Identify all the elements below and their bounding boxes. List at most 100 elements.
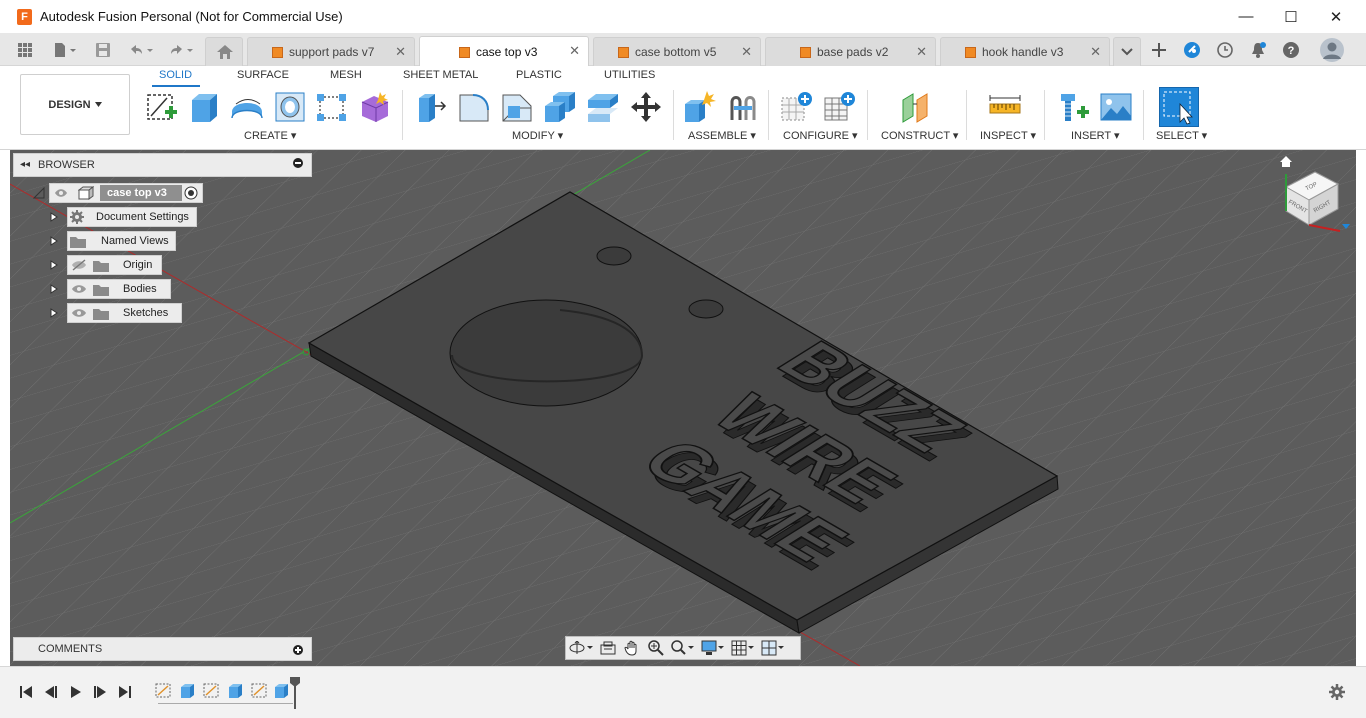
- collapse-triangle-icon[interactable]: [33, 187, 45, 199]
- tab-surface[interactable]: SURFACE: [237, 69, 289, 81]
- create-sketch-icon[interactable]: [145, 90, 179, 124]
- tree-item-bodies[interactable]: Bodies: [67, 279, 171, 299]
- extrude-icon[interactable]: [187, 90, 221, 124]
- display-settings-icon[interactable]: [698, 637, 728, 659]
- home-tab[interactable]: [205, 37, 243, 66]
- user-avatar[interactable]: [1317, 33, 1347, 66]
- assemble-group-label[interactable]: ASSEMBLE ▾: [688, 129, 756, 142]
- pattern-icon[interactable]: [315, 90, 349, 124]
- tree-item-document-settings[interactable]: Document Settings: [67, 207, 197, 227]
- close-tab-icon[interactable]: ✕: [741, 44, 752, 60]
- redo-icon[interactable]: [164, 33, 198, 66]
- save-icon[interactable]: [89, 33, 117, 66]
- tab-sheet-metal[interactable]: SHEET METAL: [403, 69, 478, 81]
- configuration-table-icon[interactable]: [823, 90, 857, 124]
- 3d-viewport[interactable]: BUZZ BUZZ WIRE WIRE GAME GAME TOP FRONT …: [10, 150, 1356, 666]
- configure-design-icon[interactable]: [780, 90, 814, 124]
- select-tool-icon[interactable]: [1159, 87, 1199, 127]
- create-group-label[interactable]: CREATE ▾: [244, 129, 296, 142]
- revolve-icon[interactable]: [230, 90, 264, 124]
- insert-group-label[interactable]: INSERT ▾: [1071, 129, 1120, 142]
- help-icon[interactable]: ?: [1277, 33, 1305, 66]
- viewports-icon[interactable]: [758, 637, 788, 659]
- active-radio-icon[interactable]: [184, 186, 198, 200]
- move-copy-icon[interactable]: [629, 90, 663, 124]
- tree-item-origin[interactable]: Origin: [67, 255, 162, 275]
- tree-item-sketches[interactable]: Sketches: [67, 303, 182, 323]
- tab-case-top[interactable]: case top v3 ✕: [419, 36, 589, 67]
- hidden-eye-icon[interactable]: [71, 259, 87, 271]
- expand-arrow-icon[interactable]: [50, 236, 58, 246]
- look-at-icon[interactable]: [596, 637, 620, 659]
- tab-support-pads[interactable]: support pads v7 ✕: [247, 37, 415, 66]
- timeline-sketch-feature[interactable]: [155, 682, 172, 699]
- expand-arrow-icon[interactable]: [50, 308, 58, 318]
- browser-root-node[interactable]: case top v3: [33, 183, 203, 203]
- visibility-eye-icon[interactable]: [71, 283, 87, 295]
- comments-panel-header[interactable]: COMMENTS: [13, 637, 312, 661]
- add-comment-icon[interactable]: [293, 645, 303, 655]
- go-to-end-icon[interactable]: [116, 683, 134, 701]
- tree-item-named-views[interactable]: Named Views: [67, 231, 176, 251]
- notifications-bell-icon[interactable]: [1244, 33, 1272, 66]
- expand-arrow-icon[interactable]: [50, 284, 58, 294]
- app-grid-icon[interactable]: [11, 33, 39, 66]
- close-tab-icon[interactable]: ✕: [1090, 44, 1101, 60]
- minimize-browser-icon[interactable]: [293, 158, 303, 168]
- visibility-eye-icon[interactable]: [71, 307, 87, 319]
- tab-base-pads[interactable]: base pads v2 ✕: [765, 37, 936, 66]
- tab-solid[interactable]: SOLID: [159, 69, 192, 81]
- modify-group-label[interactable]: MODIFY ▾: [512, 129, 563, 142]
- timeline-settings-gear-icon[interactable]: [1328, 683, 1346, 701]
- step-forward-icon[interactable]: [91, 683, 109, 701]
- measure-icon[interactable]: [988, 90, 1022, 124]
- collapse-browser-icon[interactable]: ◂◂: [20, 159, 30, 170]
- tab-plastic[interactable]: PLASTIC: [516, 69, 562, 81]
- select-group-label[interactable]: SELECT ▾: [1156, 129, 1207, 142]
- shell-icon[interactable]: [543, 90, 577, 124]
- timeline-extrude-feature[interactable]: [227, 682, 244, 699]
- fillet-icon[interactable]: [457, 90, 491, 124]
- go-to-start-icon[interactable]: [17, 683, 35, 701]
- split-body-icon[interactable]: [586, 90, 620, 124]
- close-tab-icon[interactable]: ✕: [395, 44, 406, 60]
- new-component-icon[interactable]: [683, 90, 717, 124]
- construct-group-label[interactable]: CONSTRUCT ▾: [881, 129, 958, 142]
- expand-arrow-icon[interactable]: [50, 260, 58, 270]
- workspace-switcher[interactable]: DESIGN: [20, 74, 130, 135]
- chamfer-icon[interactable]: [500, 90, 534, 124]
- pan-hand-icon[interactable]: [620, 637, 644, 659]
- expand-arrow-icon[interactable]: [50, 212, 58, 222]
- tab-overflow-button[interactable]: [1113, 37, 1141, 66]
- close-tab-icon[interactable]: ✕: [569, 43, 580, 59]
- tab-utilities[interactable]: UTILITIES: [604, 69, 655, 81]
- timeline-extrude-feature[interactable]: [273, 682, 290, 699]
- extensions-icon[interactable]: [1178, 33, 1206, 66]
- tab-mesh[interactable]: MESH: [330, 69, 362, 81]
- undo-icon[interactable]: [124, 33, 158, 66]
- maximize-button[interactable]: ☐: [1268, 0, 1314, 33]
- inspect-group-label[interactable]: INSPECT ▾: [980, 129, 1036, 142]
- offset-plane-icon[interactable]: [899, 90, 933, 124]
- insert-mcmaster-icon[interactable]: [1057, 90, 1091, 124]
- press-pull-icon[interactable]: [413, 90, 447, 124]
- close-tab-icon[interactable]: ✕: [916, 44, 927, 60]
- close-window-button[interactable]: ✕: [1313, 0, 1359, 33]
- joint-icon[interactable]: [726, 90, 760, 124]
- zoom-icon[interactable]: [644, 637, 668, 659]
- grid-snaps-icon[interactable]: [728, 637, 758, 659]
- orbit-icon[interactable]: [566, 637, 596, 659]
- visibility-eye-icon[interactable]: [54, 188, 68, 198]
- create-form-icon[interactable]: [358, 90, 392, 124]
- timeline-sketch-feature[interactable]: [203, 682, 220, 699]
- fit-zoom-window-icon[interactable]: [668, 637, 698, 659]
- insert-canvas-icon[interactable]: [1099, 90, 1133, 124]
- configure-group-label[interactable]: CONFIGURE ▾: [783, 129, 858, 142]
- timeline-marker[interactable]: [290, 677, 300, 709]
- tab-hook-handle[interactable]: hook handle v3 ✕: [940, 37, 1110, 66]
- minimize-button[interactable]: —: [1223, 0, 1269, 33]
- hole-icon[interactable]: [273, 90, 307, 124]
- file-menu-icon[interactable]: [48, 33, 82, 66]
- play-icon[interactable]: [67, 683, 85, 701]
- new-tab-icon[interactable]: [1145, 33, 1173, 66]
